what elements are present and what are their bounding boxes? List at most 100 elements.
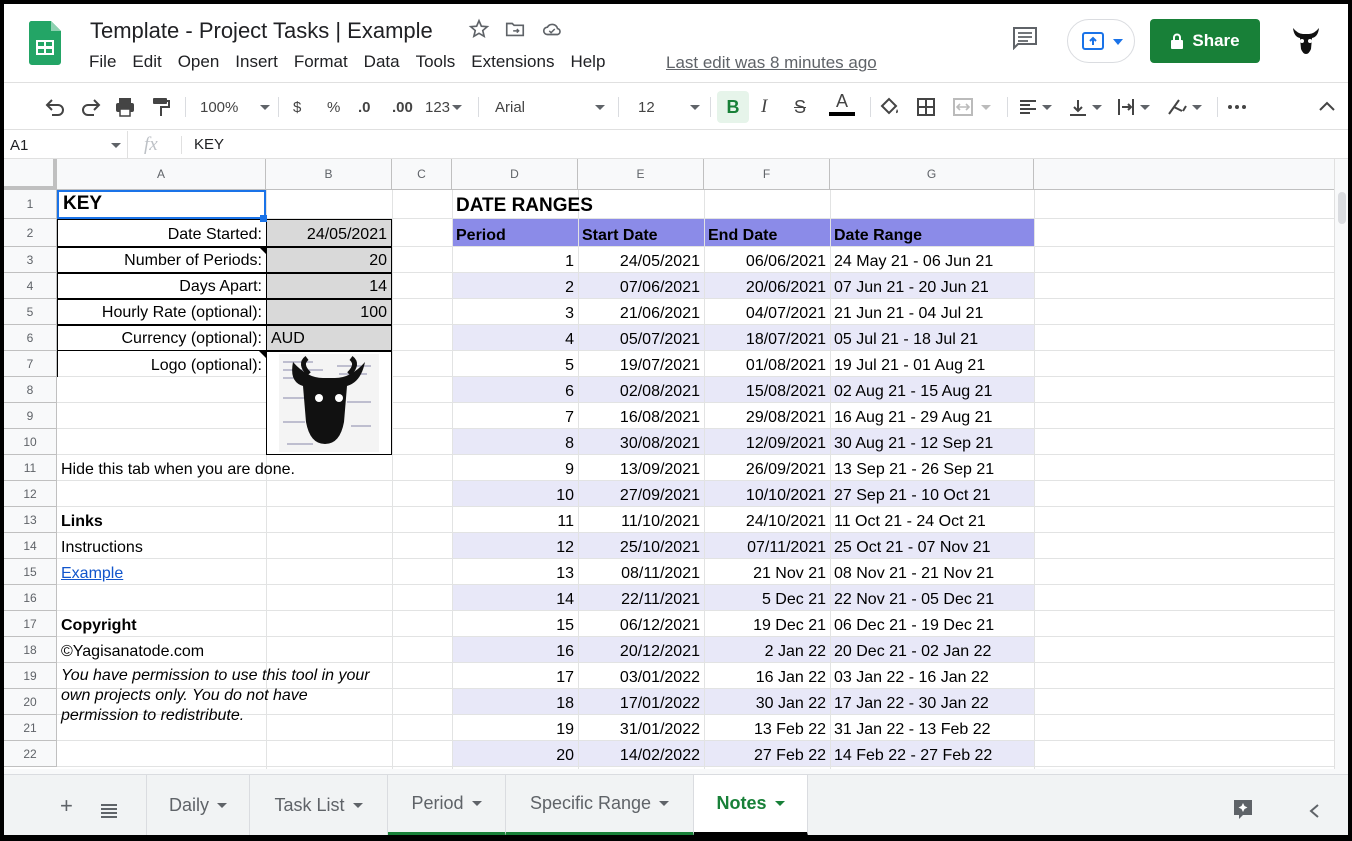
sheet-tab-task-list[interactable]: Task List bbox=[250, 775, 388, 835]
table-cell[interactable]: 10 bbox=[452, 481, 578, 507]
column-header-d[interactable]: D bbox=[452, 159, 578, 190]
table-cell[interactable]: 05/07/2021 bbox=[578, 325, 704, 351]
table-cell[interactable]: 24/10/2021 bbox=[704, 507, 830, 533]
table-cell[interactable]: 3 bbox=[452, 299, 578, 325]
column-header-a[interactable]: A bbox=[57, 159, 266, 190]
increase-decimal-button[interactable]: .00 bbox=[392, 95, 413, 119]
row-header-8[interactable]: 8 bbox=[4, 377, 57, 403]
table-cell[interactable]: 25 Oct 21 - 07 Nov 21 bbox=[830, 533, 1034, 559]
key-value[interactable]: 14 bbox=[266, 273, 392, 299]
row-header-2[interactable]: 2 bbox=[4, 219, 57, 247]
share-button[interactable]: Share bbox=[1150, 19, 1260, 63]
row-header-1[interactable]: 1 bbox=[4, 190, 57, 219]
account-avatar[interactable] bbox=[1286, 20, 1326, 60]
table-cell[interactable]: 8 bbox=[452, 429, 578, 455]
sheet-tab-notes[interactable]: Notes bbox=[694, 775, 808, 835]
table-cell[interactable]: 14/02/2022 bbox=[578, 741, 704, 767]
column-header-b[interactable]: B bbox=[266, 159, 392, 190]
menu-insert[interactable]: Insert bbox=[235, 52, 278, 72]
decrease-decimal-button[interactable]: .0 bbox=[358, 95, 371, 119]
menu-open[interactable]: Open bbox=[178, 52, 220, 72]
menu-tools[interactable]: Tools bbox=[416, 52, 456, 72]
table-cell[interactable]: 26/09/2021 bbox=[704, 455, 830, 481]
row-header-21[interactable]: 21 bbox=[4, 715, 57, 741]
table-cell[interactable]: 14 bbox=[452, 585, 578, 611]
table-cell[interactable]: 27 Sep 21 - 10 Oct 21 bbox=[830, 481, 1034, 507]
row-header-7[interactable]: 7 bbox=[4, 351, 57, 377]
table-cell[interactable]: 15 bbox=[452, 611, 578, 637]
table-cell[interactable]: 08/11/2021 bbox=[578, 559, 704, 585]
table-cell[interactable]: 11 bbox=[452, 507, 578, 533]
table-cell[interactable]: 21 Nov 21 bbox=[704, 559, 830, 585]
collapse-side-panel-icon[interactable] bbox=[1308, 803, 1320, 819]
key-label[interactable]: Hourly Rate (optional): bbox=[57, 299, 266, 325]
italic-button[interactable]: I bbox=[761, 95, 767, 119]
horizontal-align-button[interactable] bbox=[1018, 95, 1052, 119]
table-cell[interactable]: 06 Dec 21 - 19 Dec 21 bbox=[830, 611, 1034, 637]
key-value[interactable]: AUD bbox=[266, 325, 392, 351]
more-options-icon[interactable] bbox=[1226, 95, 1248, 119]
table-cell[interactable]: 29/08/2021 bbox=[704, 403, 830, 429]
cloud-status-icon[interactable] bbox=[541, 18, 563, 40]
table-cell[interactable]: 11 Oct 21 - 24 Oct 21 bbox=[830, 507, 1034, 533]
example-link[interactable]: Example bbox=[57, 559, 266, 585]
table-cell[interactable]: 30 Jan 22 bbox=[704, 689, 830, 715]
table-cell[interactable]: 03 Jan 22 - 16 Jan 22 bbox=[830, 663, 1034, 689]
scrollbar-thumb[interactable] bbox=[1338, 192, 1346, 224]
row-header-11[interactable]: 11 bbox=[4, 455, 57, 481]
present-button[interactable] bbox=[1067, 19, 1135, 63]
table-cell[interactable]: 17 Jan 22 - 30 Jan 22 bbox=[830, 689, 1034, 715]
table-cell[interactable]: 13 Sep 21 - 26 Sep 21 bbox=[830, 455, 1034, 481]
table-cell[interactable]: 20 Dec 21 - 02 Jan 22 bbox=[830, 637, 1034, 663]
table-cell[interactable]: 02/08/2021 bbox=[578, 377, 704, 403]
currency-format-button[interactable]: $ bbox=[293, 95, 301, 119]
row-header-20[interactable]: 20 bbox=[4, 689, 57, 715]
paint-format-icon[interactable] bbox=[150, 95, 172, 119]
row-header-4[interactable]: 4 bbox=[4, 273, 57, 299]
links-heading[interactable]: Links bbox=[57, 507, 266, 533]
table-cell[interactable]: 30/08/2021 bbox=[578, 429, 704, 455]
row-header-5[interactable]: 5 bbox=[4, 299, 57, 325]
table-header-cell[interactable]: Period bbox=[452, 219, 578, 247]
collapse-menus-icon[interactable] bbox=[1316, 95, 1338, 119]
column-header-f[interactable]: F bbox=[704, 159, 830, 190]
row-header-19[interactable]: 19 bbox=[4, 663, 57, 689]
table-cell[interactable]: 01/08/2021 bbox=[704, 351, 830, 377]
table-cell[interactable]: 21 Jun 21 - 04 Jul 21 bbox=[830, 299, 1034, 325]
comment-history-icon[interactable] bbox=[1012, 26, 1038, 50]
fill-color-icon[interactable] bbox=[878, 95, 900, 119]
instructions-link[interactable]: Instructions bbox=[57, 533, 266, 559]
table-cell[interactable]: 18/07/2021 bbox=[704, 325, 830, 351]
key-label[interactable]: Days Apart: bbox=[57, 273, 266, 299]
table-cell[interactable]: 15/08/2021 bbox=[704, 377, 830, 403]
column-header-g[interactable]: G bbox=[830, 159, 1034, 190]
text-color-button[interactable]: A bbox=[829, 91, 855, 121]
redo-icon[interactable] bbox=[80, 95, 102, 119]
column-header-e[interactable]: E bbox=[578, 159, 704, 190]
vertical-align-button[interactable] bbox=[1068, 95, 1102, 119]
table-cell[interactable]: 5 bbox=[452, 351, 578, 377]
table-cell[interactable]: 13 bbox=[452, 559, 578, 585]
print-icon[interactable] bbox=[114, 95, 136, 119]
table-cell[interactable]: 02 Aug 21 - 15 Aug 21 bbox=[830, 377, 1034, 403]
row-header-10[interactable]: 10 bbox=[4, 429, 57, 455]
table-cell[interactable]: 16/08/2021 bbox=[578, 403, 704, 429]
key-value[interactable]: 20 bbox=[266, 247, 392, 273]
star-icon[interactable] bbox=[468, 18, 490, 40]
table-cell[interactable]: 13 Feb 22 bbox=[704, 715, 830, 741]
copyright-heading[interactable]: Copyright bbox=[57, 611, 266, 637]
table-cell[interactable]: 17/01/2022 bbox=[578, 689, 704, 715]
table-cell[interactable]: 24/05/2021 bbox=[578, 247, 704, 273]
row-header-12[interactable]: 12 bbox=[4, 481, 57, 507]
key-label[interactable]: Currency (optional): bbox=[57, 325, 266, 351]
sheet-tab-period[interactable]: Period bbox=[388, 775, 506, 835]
column-header-c[interactable]: C bbox=[392, 159, 452, 190]
table-cell[interactable]: 16 Aug 21 - 29 Aug 21 bbox=[830, 403, 1034, 429]
bold-button[interactable]: B bbox=[717, 91, 749, 123]
sheets-logo-icon[interactable] bbox=[29, 21, 61, 65]
font-size-select[interactable]: 12 bbox=[638, 95, 700, 119]
copyright-text[interactable]: ©Yagisanatode.com bbox=[57, 637, 266, 663]
table-cell[interactable]: 4 bbox=[452, 325, 578, 351]
key-label[interactable]: Number of Periods: bbox=[57, 247, 266, 273]
row-header-18[interactable]: 18 bbox=[4, 637, 57, 663]
